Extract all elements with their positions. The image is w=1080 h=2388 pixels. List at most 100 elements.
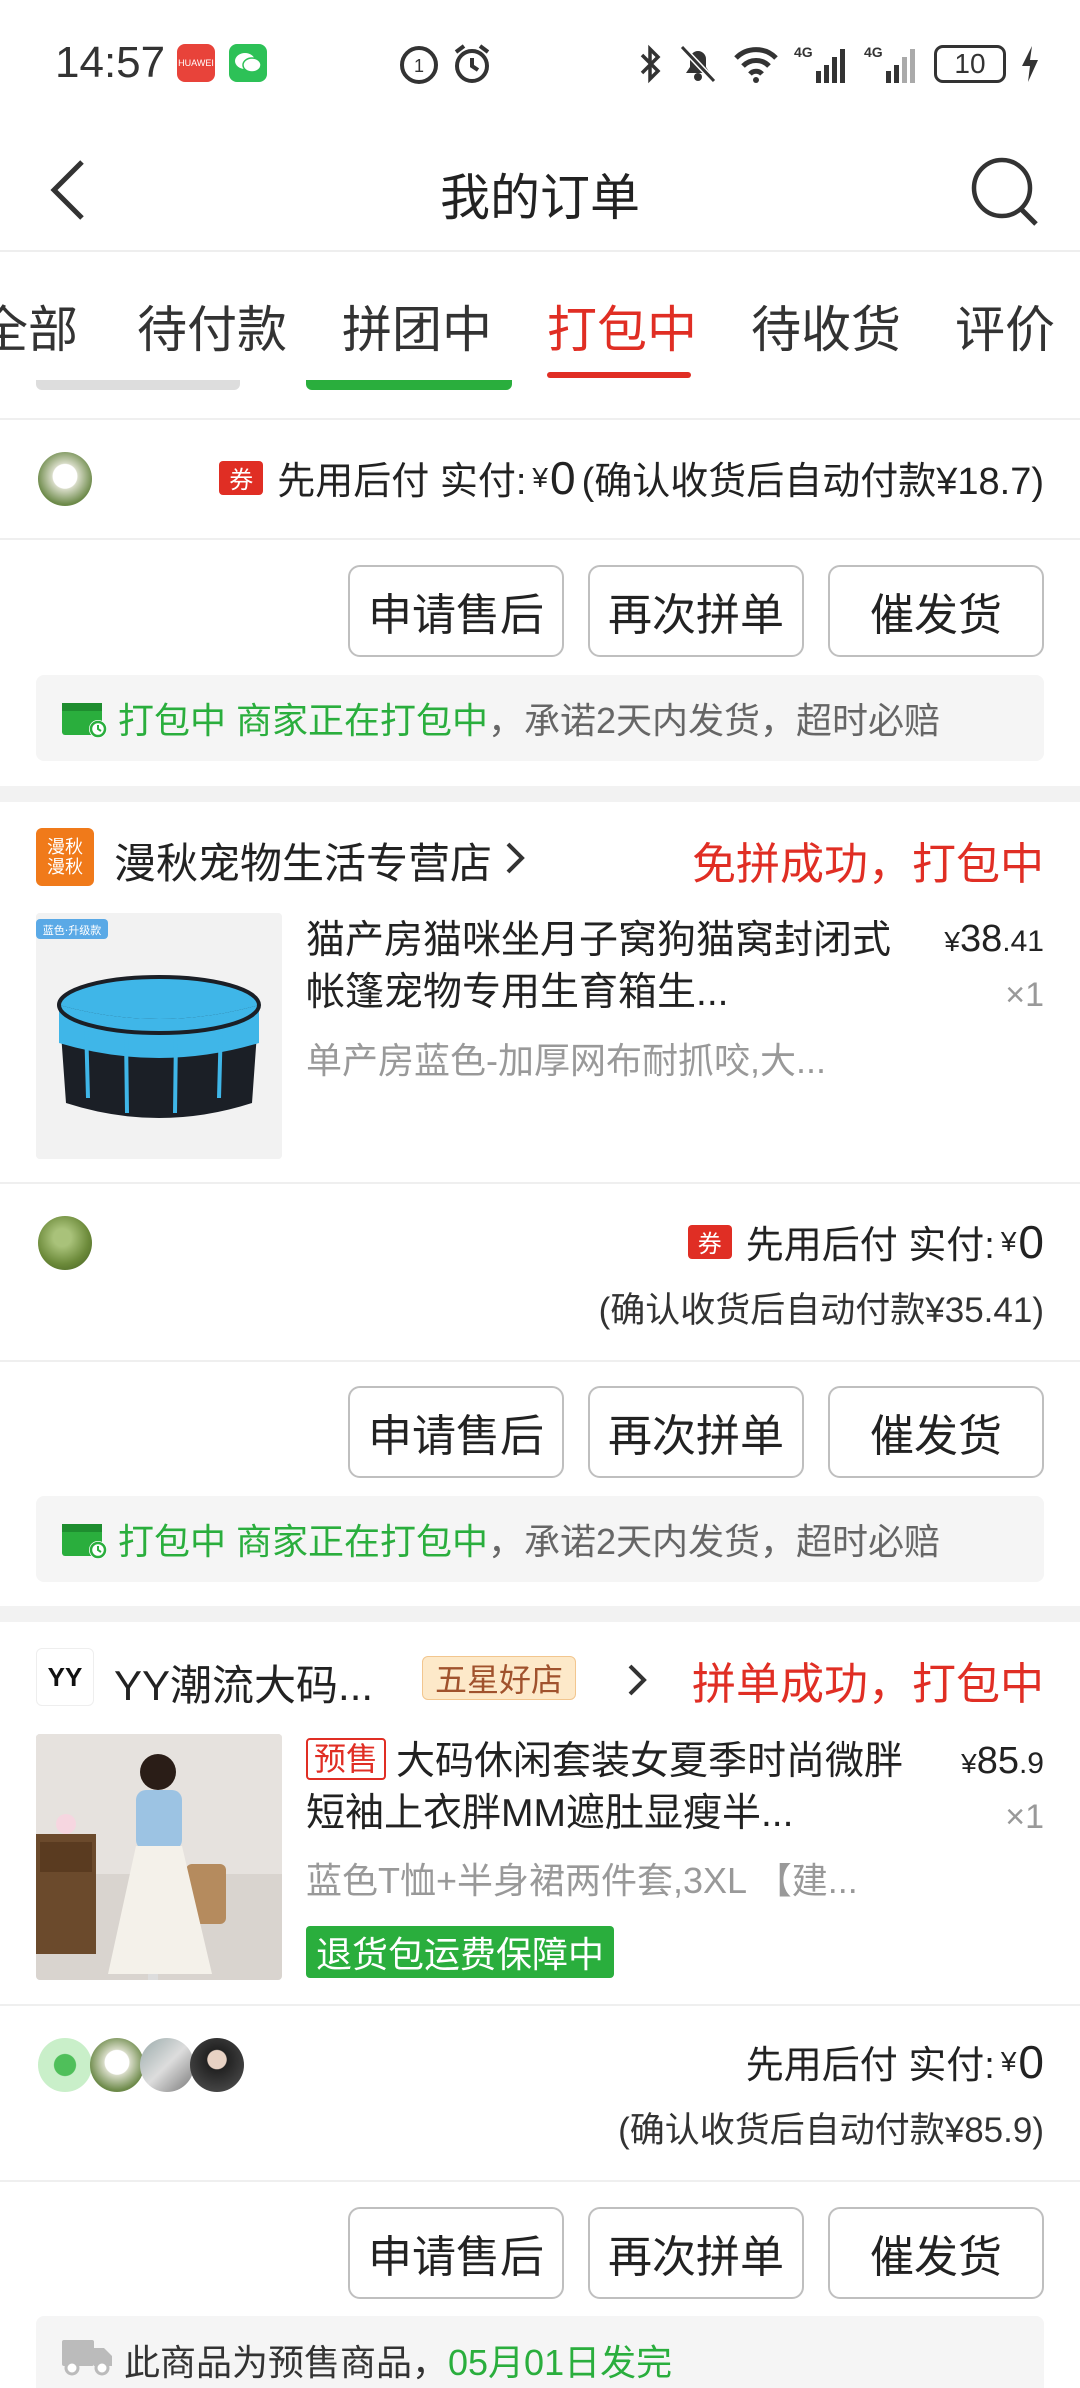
- auto-pay-note: (确认收货后自动付款¥18.7): [581, 461, 1044, 503]
- auto-pay-note: (确认收货后自动付款¥85.9): [618, 2111, 1044, 2150]
- huawei-app-icon: HUAWEI: [177, 44, 215, 82]
- chevron-right-icon[interactable]: [622, 1660, 652, 1700]
- after-sales-button[interactable]: 申请售后: [348, 1386, 564, 1478]
- status-icons: 4G 4G 10: [638, 40, 1040, 88]
- page-title: 我的订单: [440, 170, 640, 226]
- tab-ghost-indicator: [36, 380, 240, 390]
- truck-icon: [62, 2340, 112, 2376]
- product-tag: 蓝色·升级款: [43, 923, 102, 937]
- auto-pay-note: (确认收货后自动付款¥35.41): [598, 1291, 1044, 1330]
- return-shipping-guarantee-badge: 退货包运费保障中: [306, 1926, 615, 1978]
- price-symbol: ¥: [944, 926, 960, 957]
- divider: [0, 2004, 1080, 2006]
- product-spec: 单产房蓝色-加厚网布耐抓咬,大...: [306, 1040, 826, 1081]
- after-sales-button[interactable]: 申请售后: [348, 2207, 564, 2299]
- store-logo-line-1: 漫秋: [47, 837, 83, 857]
- price-integer: 38: [960, 918, 1003, 960]
- buyer-avatar-3: [140, 2038, 194, 2092]
- tab-to-receive[interactable]: 待收货: [751, 290, 901, 362]
- status-bar: 14:57 HUAWEI 1 4G 4G 10: [0, 0, 1080, 130]
- product-quantity: ×1: [1005, 1798, 1044, 1836]
- order-tabs: 全部 待付款 拼团中 打包中 待收货 评价: [0, 252, 1080, 390]
- paid-amount: 0: [550, 451, 576, 504]
- section-gap: [0, 786, 1080, 802]
- nav-bar: 我的订单: [0, 130, 1080, 252]
- product-price: ¥38.41: [944, 918, 1044, 961]
- wechat-icon: [229, 44, 267, 82]
- divider: [0, 538, 1080, 540]
- buyer-avatar-4: [190, 2038, 244, 2092]
- price-decimal: .9: [1018, 1747, 1044, 1780]
- order-status: 拼单成功，打包中: [692, 1660, 1044, 1709]
- product-price: ¥85.9: [961, 1740, 1044, 1783]
- tab-ghost-indicator-green: [306, 380, 512, 390]
- paid-amount: 0: [1018, 1215, 1044, 1268]
- search-icon[interactable]: [964, 152, 1044, 232]
- presale-ship-date: 05月01日发完: [448, 2342, 673, 2383]
- regroup-button[interactable]: 再次拼单: [588, 2207, 804, 2299]
- store-logo[interactable]: YY: [36, 1648, 94, 1706]
- divider: [0, 1182, 1080, 1184]
- order-status: 免拼成功，打包中: [692, 840, 1044, 889]
- svg-text:4G: 4G: [794, 44, 813, 60]
- product-image[interactable]: [36, 1734, 282, 1980]
- alarm-icon: [454, 44, 490, 83]
- urge-shipping-button[interactable]: 催发货: [828, 1386, 1044, 1478]
- svg-text:4G: 4G: [864, 44, 883, 60]
- dress-outfit-image: [36, 1734, 282, 1980]
- charging-icon: [1022, 46, 1038, 82]
- regroup-button[interactable]: 再次拼单: [588, 1386, 804, 1478]
- buyer-avatar-1: [38, 2038, 92, 2092]
- timer-icon: 1: [400, 46, 438, 84]
- presale-notice: 此商品为预售商品， 05月01日发完: [36, 2316, 1044, 2388]
- notice-status: 打包中 商家正在打包中: [118, 1521, 489, 1562]
- tab-all[interactable]: 全部: [0, 290, 78, 362]
- yen-symbol: ¥: [1000, 1225, 1017, 1257]
- packing-notice: 打包中 商家正在打包中 ，承诺2天内发货，超时必赔: [36, 675, 1044, 761]
- product-title-text: 大码休闲套装女夏季时尚微胖短袖上衣胖MM遮肚显瘦半...: [306, 1740, 904, 1835]
- store-logo[interactable]: 漫秋 漫秋: [36, 828, 94, 886]
- divider: [0, 418, 1080, 420]
- after-sales-button[interactable]: 申请售后: [348, 565, 564, 657]
- coupon-badge: 券: [687, 1224, 732, 1259]
- notice-text: ，承诺2天内发货，超时必赔: [488, 1521, 941, 1562]
- notice-status: 打包中 商家正在打包中: [118, 700, 489, 741]
- tab-pending-payment[interactable]: 待付款: [137, 290, 287, 362]
- packing-box-icon: [62, 1524, 107, 1559]
- yen-symbol: ¥: [532, 461, 548, 493]
- battery-level: 10: [954, 48, 986, 79]
- svg-text:1: 1: [414, 56, 424, 76]
- buyer-avatar: [38, 452, 92, 506]
- five-star-store-badge: 五星好店: [422, 1656, 577, 1700]
- product-title[interactable]: 预售 大码休闲套装女夏季时尚微胖短袖上衣胖MM遮肚显瘦半...: [306, 1736, 906, 1840]
- regroup-button[interactable]: 再次拼单: [588, 565, 804, 657]
- price-decimal: .41: [1002, 925, 1044, 958]
- huawei-badge-label: HUAWEI: [178, 58, 214, 68]
- section-gap: [0, 1606, 1080, 1622]
- payment-summary: 券 先用后付 实付: ¥ 0: [687, 1214, 1044, 1269]
- pay-label: 先用后付 实付:: [745, 1225, 995, 1267]
- signal-4g-icon-2: 4G: [864, 44, 915, 83]
- tab-review[interactable]: 评价: [955, 290, 1055, 362]
- chevron-right-icon[interactable]: [500, 838, 530, 878]
- store-name[interactable]: 漫秋宠物生活专营店: [114, 830, 492, 891]
- battery-indicator: 10: [934, 45, 1006, 83]
- yen-symbol: ¥: [1000, 2045, 1017, 2077]
- store-name[interactable]: YY潮流大码...: [114, 1652, 373, 1713]
- pay-label: 先用后付 实付:: [277, 461, 527, 503]
- product-spec: 蓝色T恤+半身裙两件套,3XL 【建...: [306, 1860, 858, 1901]
- urge-shipping-button[interactable]: 催发货: [828, 2207, 1044, 2299]
- tab-packing[interactable]: 打包中: [547, 290, 697, 362]
- tab-group-buying[interactable]: 拼团中: [342, 290, 492, 362]
- product-image[interactable]: 蓝色·升级款: [36, 913, 282, 1159]
- product-title[interactable]: 猫产房猫咪坐月子窝狗猫窝封闭式帐篷宠物专用生育箱生...: [306, 915, 906, 1019]
- presale-notice-text: 此商品为预售商品，: [124, 2342, 449, 2383]
- store-logo-line-2: 漫秋: [47, 857, 83, 877]
- signal-4g-icon: 4G: [794, 44, 845, 83]
- status-time: 14:57: [55, 38, 166, 87]
- urge-shipping-button[interactable]: 催发货: [828, 565, 1044, 657]
- bluetooth-icon: [640, 44, 661, 84]
- mute-bell-icon: [679, 44, 717, 84]
- divider: [0, 1360, 1080, 1362]
- packing-notice: 打包中 商家正在打包中 ，承诺2天内发货，超时必赔: [36, 1496, 1044, 1582]
